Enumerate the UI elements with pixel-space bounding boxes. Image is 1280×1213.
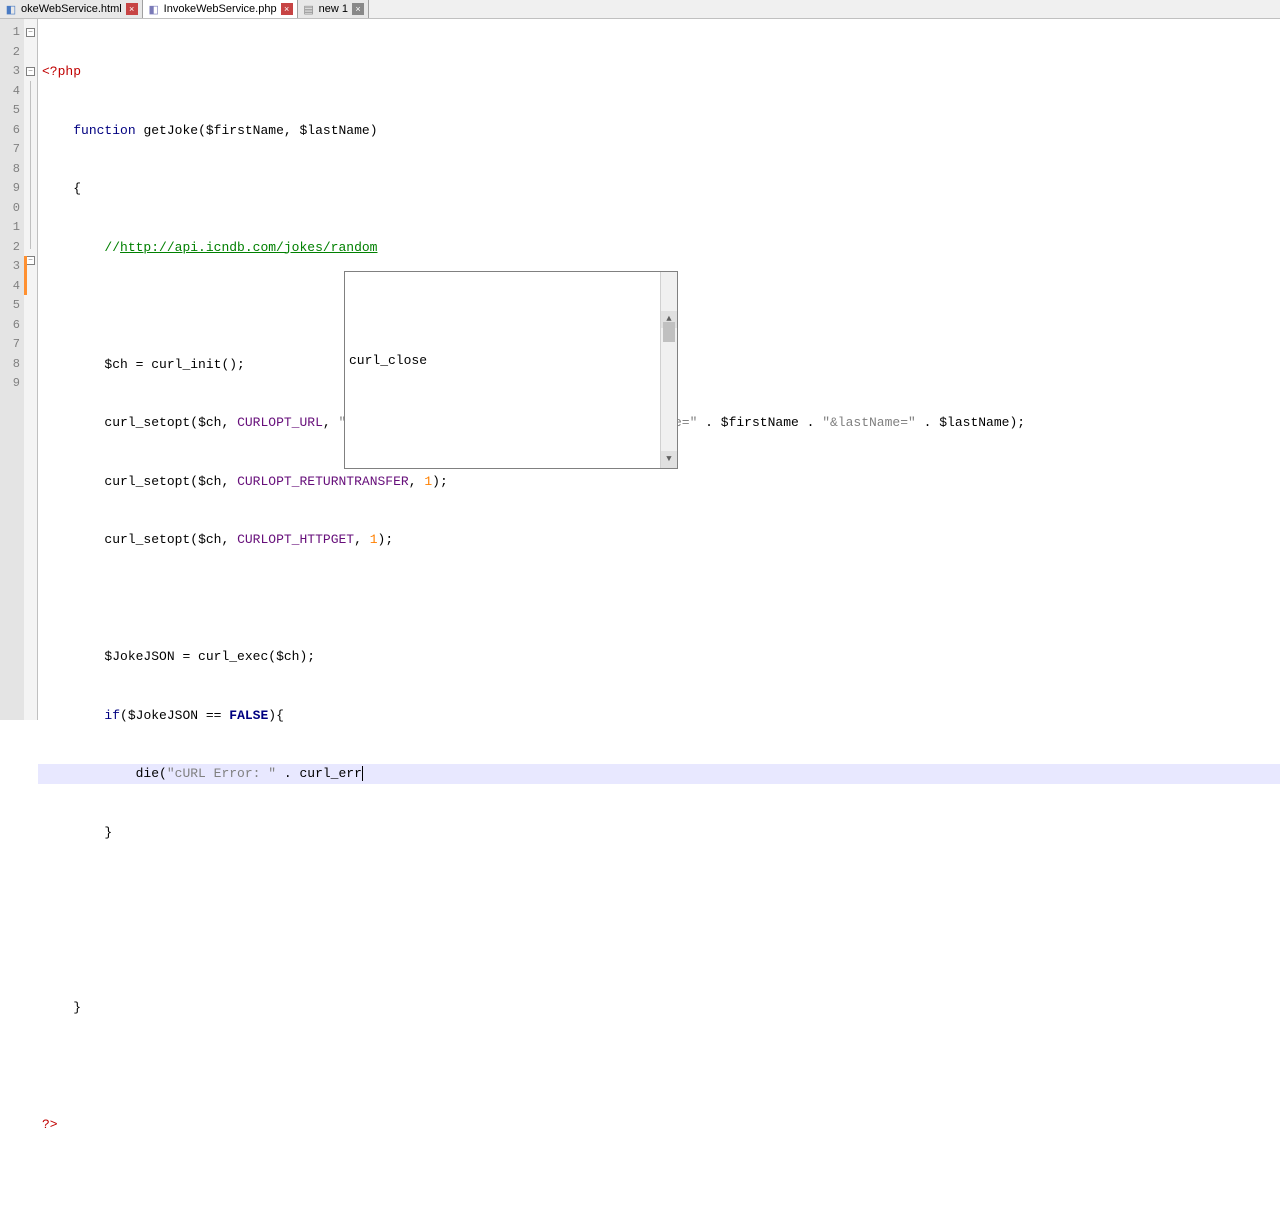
param: $lastName xyxy=(300,123,370,138)
tab-html[interactable]: ◧ okeWebService.html × xyxy=(0,0,143,18)
scrollbar[interactable]: ▲ ▼ xyxy=(660,272,677,468)
line-number: 3 xyxy=(0,257,24,277)
autocomplete-item[interactable]: curl_close xyxy=(345,350,677,372)
line-number: 5 xyxy=(0,296,24,316)
const: CURLOPT_URL xyxy=(237,415,323,430)
close-icon[interactable]: × xyxy=(126,3,138,15)
line-number: 1 xyxy=(0,218,24,238)
tab-label: InvokeWebService.php xyxy=(164,3,277,15)
param: $firstName xyxy=(206,123,284,138)
partial-call: curl_err xyxy=(299,766,361,781)
line-number: 8 xyxy=(0,160,24,180)
scroll-down-arrow[interactable]: ▼ xyxy=(661,451,677,468)
autocomplete-list: curl_close curl_copy_handle curl_errno c… xyxy=(345,311,677,409)
line-number: 8 xyxy=(0,355,24,375)
fold-toggle[interactable]: − xyxy=(26,67,35,76)
const: CURLOPT_RETURNTRANSFER xyxy=(237,474,409,489)
change-marker xyxy=(24,256,27,295)
code-area[interactable]: <?php function getJoke($firstName, $last… xyxy=(38,19,1280,720)
text-icon: ▤ xyxy=(302,2,316,16)
bool: FALSE xyxy=(229,708,268,723)
fold-line xyxy=(30,81,31,249)
tab-php[interactable]: ◧ InvokeWebService.php × xyxy=(143,0,298,18)
string: "&lastName=" xyxy=(822,415,916,430)
fn-call: curl_setopt xyxy=(104,415,190,430)
comment: // xyxy=(104,240,120,255)
line-number: 7 xyxy=(0,335,24,355)
line-number: 9 xyxy=(0,179,24,199)
brace: } xyxy=(73,1000,81,1015)
text-caret xyxy=(362,766,363,781)
line-gutter: 1 2 3 4 5 6 7 8 9 0 1 2 3 4 5 6 7 8 9 xyxy=(0,19,24,720)
line-number: 4 xyxy=(0,277,24,297)
php-open-tag: <?php xyxy=(42,64,81,79)
fn-call: curl_init xyxy=(151,357,221,372)
line-number: 2 xyxy=(0,43,24,63)
fn-call: die xyxy=(136,766,159,781)
fold-toggle[interactable]: − xyxy=(26,256,35,265)
brace: { xyxy=(73,181,81,196)
function-name: getJoke xyxy=(143,123,198,138)
php-close-tag: ?> xyxy=(42,1117,58,1132)
keyword: function xyxy=(73,123,135,138)
tab-label: new 1 xyxy=(319,3,348,15)
close-icon[interactable]: × xyxy=(281,3,293,15)
html-icon: ◧ xyxy=(4,2,18,16)
var: $JokeJSON xyxy=(104,649,174,664)
tab-new[interactable]: ▤ new 1 × xyxy=(298,0,369,18)
autocomplete-popup: curl_close curl_copy_handle curl_errno c… xyxy=(344,271,678,469)
brace: } xyxy=(104,825,112,840)
line-number: 3 xyxy=(0,62,24,82)
line-number: 2 xyxy=(0,238,24,258)
tab-label: okeWebService.html xyxy=(21,3,122,15)
number: 1 xyxy=(370,532,378,547)
keyword: if xyxy=(104,708,120,723)
fn-call: curl_setopt xyxy=(104,474,190,489)
line-number: 6 xyxy=(0,316,24,336)
comment-url: http://api.icndb.com/jokes/random xyxy=(120,240,377,255)
php-icon: ◧ xyxy=(147,2,161,16)
const: CURLOPT_HTTPGET xyxy=(237,532,354,547)
tab-bar: ◧ okeWebService.html × ◧ InvokeWebServic… xyxy=(0,0,1280,19)
number: 1 xyxy=(424,474,432,489)
fold-toggle[interactable]: − xyxy=(26,28,35,37)
line-number: 4 xyxy=(0,82,24,102)
line-number: 1 xyxy=(0,23,24,43)
line-number: 9 xyxy=(0,374,24,394)
var: $ch xyxy=(104,357,127,372)
fn-call: curl_exec xyxy=(198,649,268,664)
editor: 1 2 3 4 5 6 7 8 9 0 1 2 3 4 5 6 7 8 9 − … xyxy=(0,19,1280,720)
current-line: die("cURL Error: " . curl_err xyxy=(38,764,1280,784)
line-number: 6 xyxy=(0,121,24,141)
string: "cURL Error: " xyxy=(167,766,276,781)
line-number: 7 xyxy=(0,140,24,160)
fold-gutter: − − − xyxy=(24,19,38,720)
line-number: 5 xyxy=(0,101,24,121)
line-number: 0 xyxy=(0,199,24,219)
close-icon[interactable]: × xyxy=(352,3,364,15)
fn-call: curl_setopt xyxy=(104,532,190,547)
scroll-thumb[interactable] xyxy=(663,322,675,342)
